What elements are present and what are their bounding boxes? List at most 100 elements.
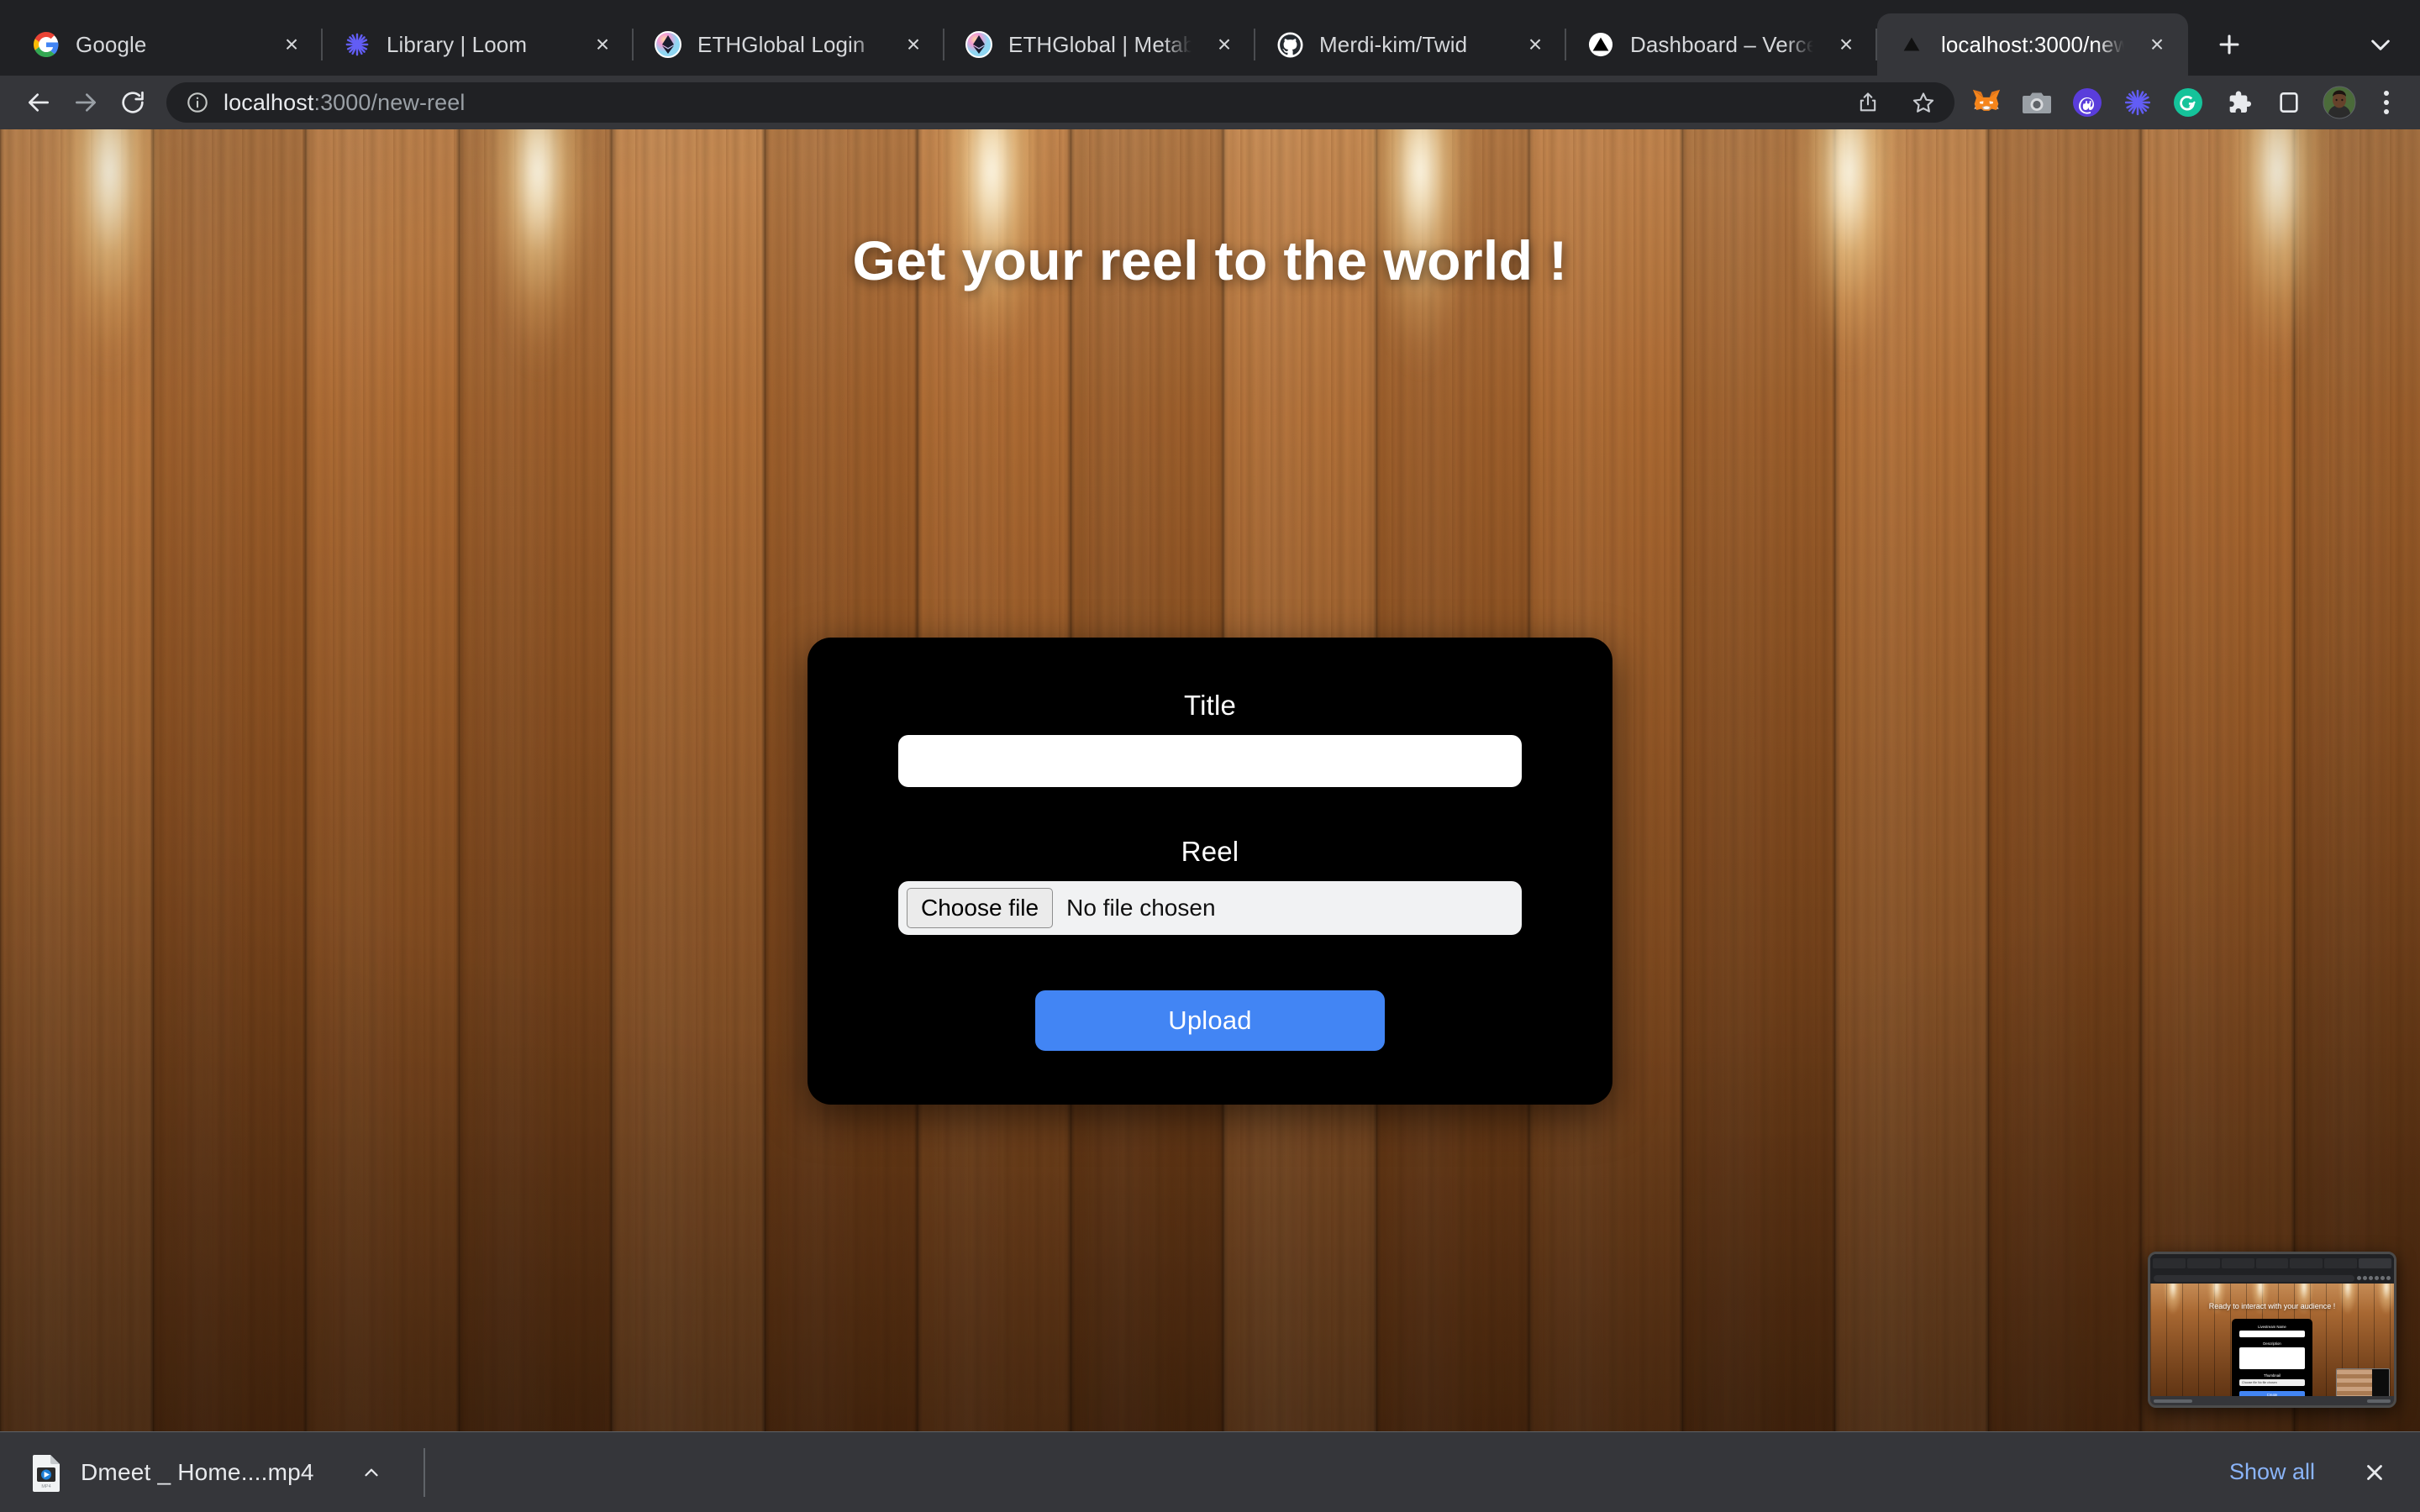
address-bar[interactable]: localhost:3000/new-reel — [166, 82, 1954, 123]
close-download-shelf-button[interactable] — [2351, 1449, 2398, 1496]
ethglobal-icon — [654, 30, 682, 59]
grammarly-icon[interactable] — [2163, 79, 2213, 126]
pip-light-beam — [2375, 1284, 2394, 1337]
new-tab-button[interactable] — [2203, 18, 2255, 71]
pip-livestream-name-input — [2239, 1331, 2305, 1337]
pip-nested-right — [2372, 1369, 2389, 1399]
vercel-icon — [1586, 30, 1615, 59]
pip-address-bar — [2150, 1273, 2394, 1284]
page-viewport: Get your reel to the world ! Title Reel … — [0, 129, 2420, 1431]
ethglobal-icon — [965, 30, 993, 59]
file-status-text: No file chosen — [1066, 895, 1216, 921]
mp4-file-icon: MP4 — [30, 1453, 62, 1492]
download-menu-chevron-up-icon[interactable] — [353, 1454, 390, 1491]
pip-tab-strip — [2150, 1254, 2394, 1273]
pip-url-bar — [2154, 1274, 2354, 1282]
loom-icon — [343, 30, 371, 59]
reel-file-input[interactable]: Choose file No file chosen — [898, 881, 1522, 935]
tab-close-button[interactable]: × — [1828, 27, 1864, 62]
pip-livestream-name-label: Livestream Name — [2258, 1325, 2286, 1329]
github-icon — [1276, 30, 1304, 59]
pip-page-body: Ready to interact with your audience ! L… — [2150, 1284, 2394, 1405]
download-shelf: MP4 Dmeet _ Home....mp4 Show all — [0, 1431, 2420, 1512]
extensions-puzzle-icon[interactable] — [2213, 79, 2264, 126]
upload-button[interactable]: Upload — [1035, 990, 1385, 1051]
tab-localhost-new-reel[interactable]: localhost:3000/new-reel × — [1877, 13, 2188, 76]
pip-nested-left — [2337, 1369, 2372, 1399]
tab-close-button[interactable]: × — [274, 27, 309, 62]
upload-reel-form-card: Title Reel Choose file No file chosen Up… — [808, 638, 1612, 1105]
pip-extension-icons — [2357, 1276, 2391, 1280]
page-title: Get your reel to the world ! — [852, 229, 1568, 291]
camera-icon[interactable] — [2012, 79, 2062, 126]
avatar[interactable] — [2314, 79, 2365, 126]
pip-download-shelf — [2150, 1396, 2394, 1405]
tab-search-chevron-down-icon[interactable] — [2354, 18, 2407, 71]
tab-close-button[interactable]: × — [2139, 27, 2175, 62]
title-field-label: Title — [1183, 690, 1237, 721]
tab-close-button[interactable]: × — [1207, 27, 1242, 62]
site-info-icon[interactable] — [185, 90, 210, 115]
tab-strip: Google × Library | Loom × ETHGlobal Logi… — [0, 0, 2420, 76]
pip-page-title: Ready to interact with your audience ! — [2208, 1302, 2336, 1310]
tab-close-button[interactable]: × — [896, 27, 931, 62]
side-panel-icon[interactable] — [2264, 79, 2314, 126]
pip-show-all — [2367, 1399, 2391, 1403]
share-icon[interactable] — [1847, 81, 1889, 123]
pip-tab — [2221, 1258, 2254, 1268]
reload-button[interactable] — [109, 79, 156, 126]
svg-text:MP4: MP4 — [41, 1484, 50, 1489]
vercel-icon — [1897, 30, 1926, 59]
tab-title: Merdi-kim/Twid — [1319, 31, 1468, 57]
phantom-wallet-icon[interactable] — [2062, 79, 2112, 126]
pip-tab — [2186, 1258, 2220, 1268]
pip-tab — [2255, 1258, 2289, 1268]
form-gap — [898, 787, 1522, 836]
tab-title: Library | Loom — [387, 31, 528, 57]
tab-ethglobal-login[interactable]: ETHGlobal Login × — [634, 13, 944, 76]
download-item[interactable]: MP4 Dmeet _ Home....mp4 — [18, 1445, 400, 1500]
tab-library-loom[interactable]: Library | Loom × — [323, 13, 634, 76]
pip-light-beam — [2162, 1284, 2184, 1337]
bookmark-star-icon[interactable] — [1902, 81, 1944, 123]
tab-title: ETHGlobal | Metabolis — [1008, 31, 1192, 57]
pip-file-input: Choose file No file chosen — [2239, 1379, 2305, 1386]
browser-toolbar: localhost:3000/new-reel — [0, 76, 2420, 129]
google-icon — [32, 30, 60, 59]
pip-light-beam — [2337, 1284, 2359, 1337]
loom-icon[interactable] — [2112, 79, 2163, 126]
form-gap — [898, 935, 1522, 990]
tab-title: Dashboard – Vercel — [1630, 31, 1813, 57]
browser-menu-button[interactable] — [2365, 79, 2408, 126]
url-text: localhost:3000/new-reel — [224, 90, 1833, 116]
tab-close-button[interactable]: × — [1518, 27, 1553, 62]
show-all-downloads-button[interactable]: Show all — [2207, 1446, 2338, 1498]
pip-tab — [2153, 1258, 2186, 1268]
shelf-divider — [423, 1447, 425, 1497]
choose-file-button[interactable]: Choose file — [907, 888, 1054, 928]
tab-title: ETHGlobal Login — [697, 31, 865, 57]
tab-github-merdikim-twid[interactable]: Merdi-kim/Twid × — [1255, 13, 1566, 76]
tab-title: Google — [76, 31, 147, 57]
url-host: localhost — [224, 89, 314, 115]
tab-title: localhost:3000/new-reel — [1941, 31, 2124, 57]
back-button[interactable] — [15, 79, 62, 126]
pip-description-textarea — [2239, 1347, 2305, 1369]
pip-thumbnail-label: Thumbnail — [2263, 1373, 2281, 1378]
metamask-icon[interactable] — [1961, 79, 2012, 126]
title-input[interactable] — [898, 735, 1522, 787]
tab-google[interactable]: Google × — [12, 13, 323, 76]
reel-field-label: Reel — [1181, 836, 1239, 867]
forward-button[interactable] — [62, 79, 109, 126]
pip-tab-active — [2359, 1258, 2392, 1268]
download-file-name: Dmeet _ Home....mp4 — [81, 1458, 314, 1485]
pip-tab — [2290, 1258, 2323, 1268]
pip-form-card: Livestream Name Description Thumbnail Ch… — [2232, 1319, 2312, 1404]
pip-tab — [2324, 1258, 2358, 1268]
tab-close-button[interactable]: × — [585, 27, 620, 62]
tab-dashboard-vercel[interactable]: Dashboard – Vercel × — [1566, 13, 1877, 76]
tab-ethglobal-metabolis[interactable]: ETHGlobal | Metabolis × — [944, 13, 1255, 76]
screen-share-preview[interactable]: Ready to interact with your audience ! L… — [2148, 1252, 2396, 1408]
pip-light-beam — [2206, 1284, 2228, 1337]
browser-window: Google × Library | Loom × ETHGlobal Logi… — [0, 0, 2420, 1512]
